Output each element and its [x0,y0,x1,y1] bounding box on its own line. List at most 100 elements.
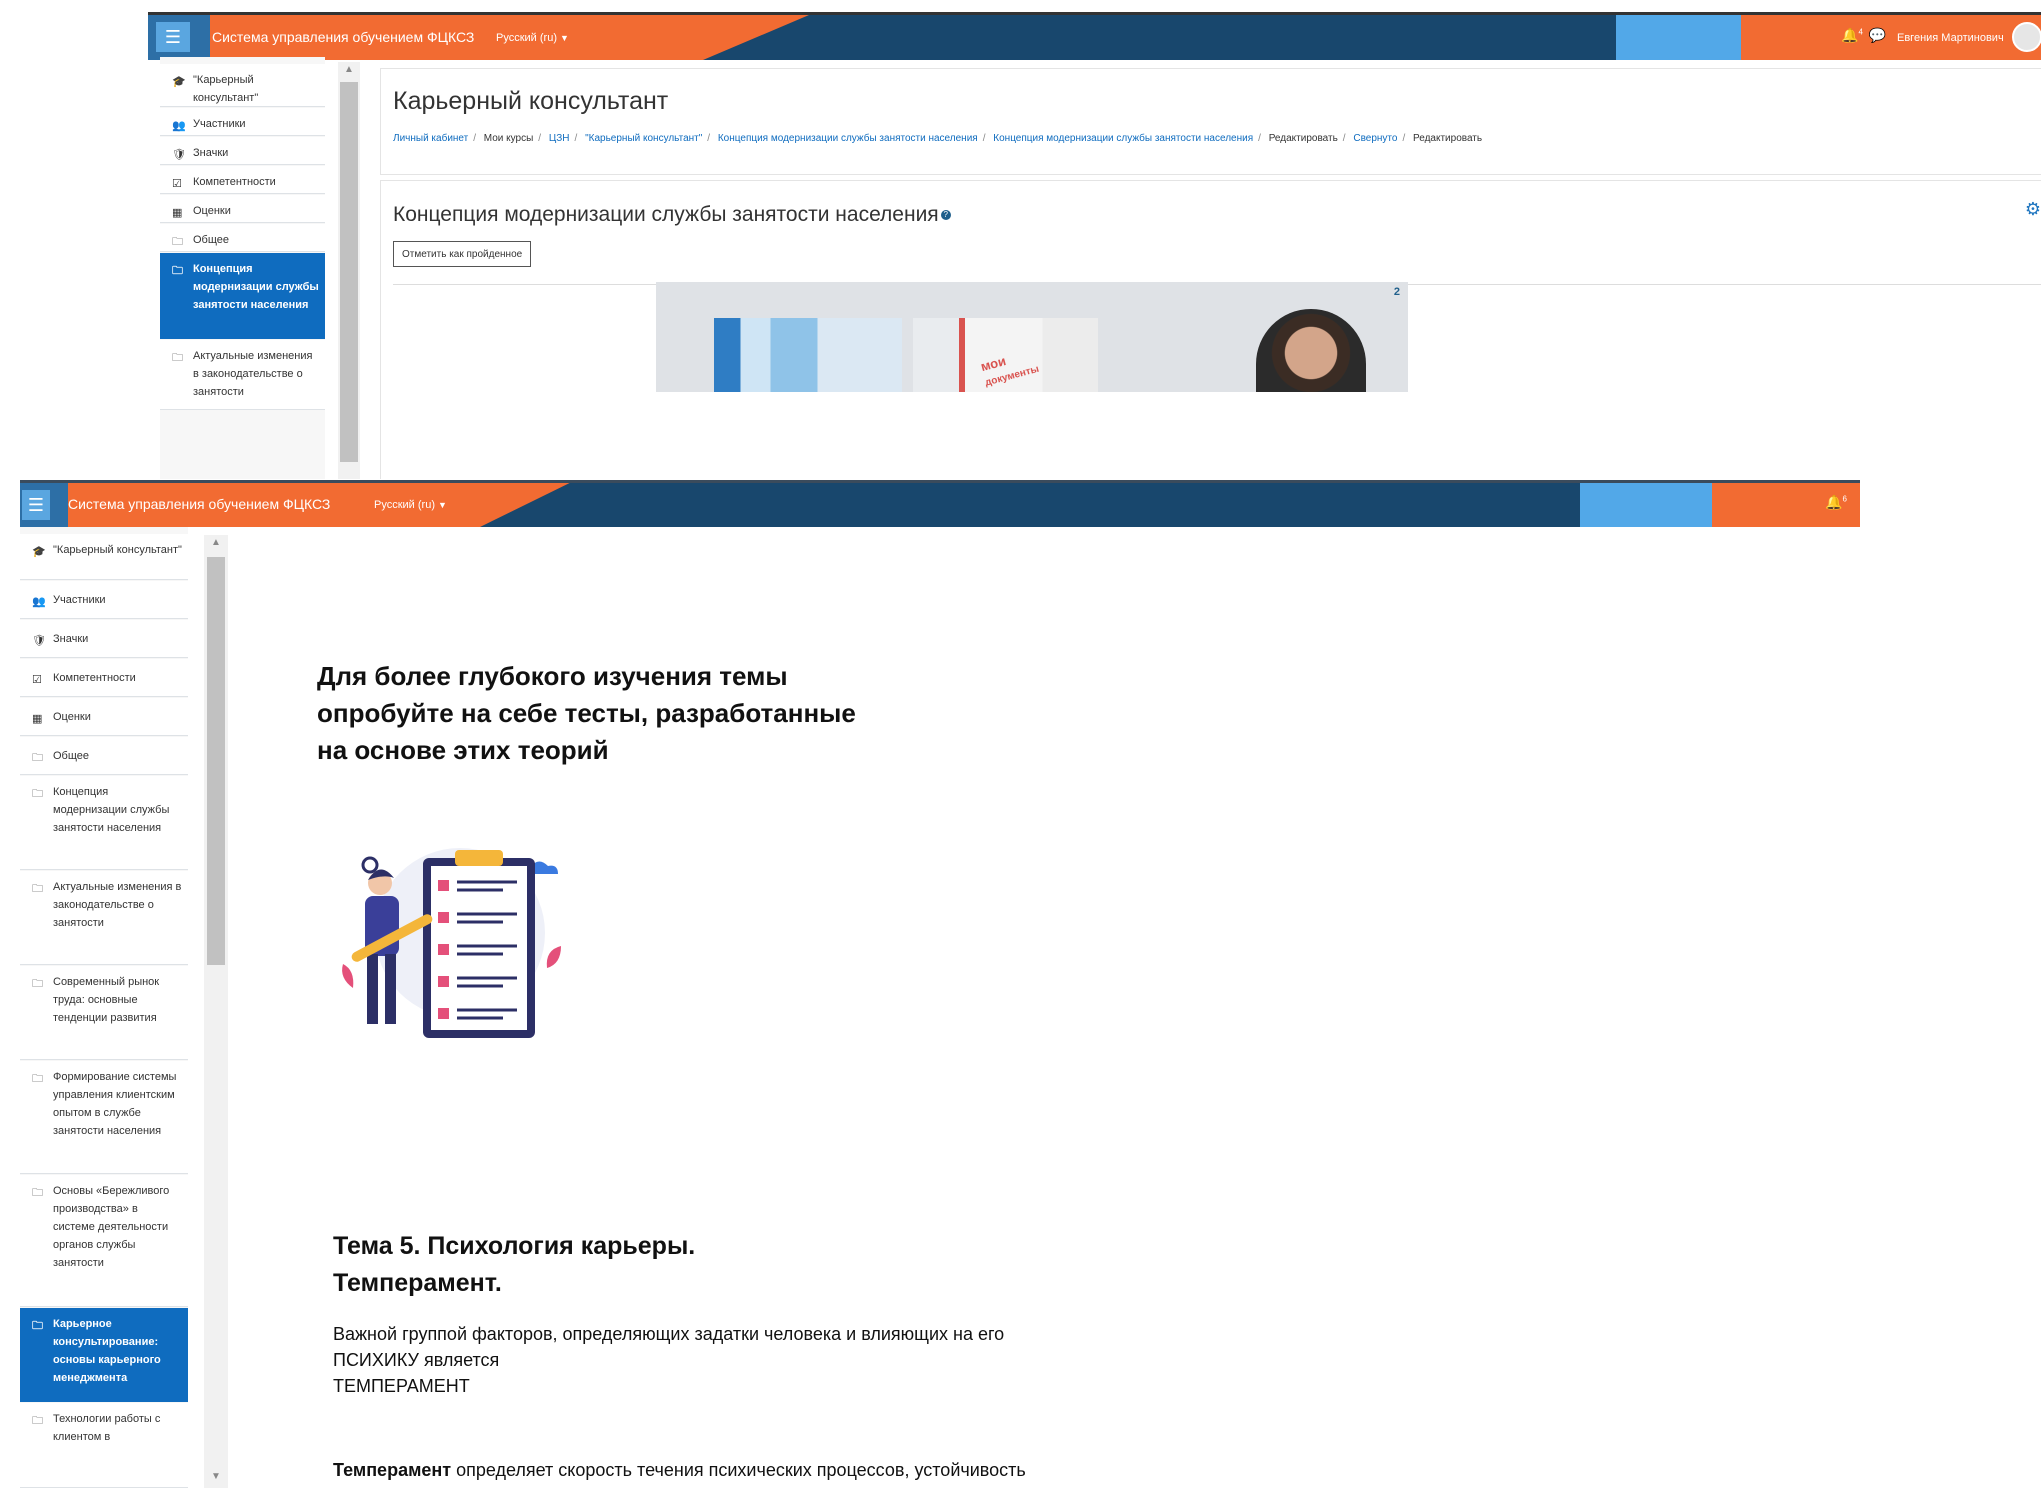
scroll-down-icon[interactable]: ▼ [211,1471,221,1482]
topic-title: Тема 5. Психология карьеры. Темперамент. [333,1228,933,1302]
drawer-item-label: Участники [53,594,106,606]
gear-icon[interactable]: ⚙ [2025,199,2041,220]
language-label: Русский (ru) [496,32,557,44]
folder-icon: 🗀 [32,1187,43,1199]
paragraph-line: ПСИХИКУ является [333,1350,500,1370]
navbar-lightblue-band [1616,15,1741,60]
user-menu-name[interactable]: Евгения Мартинович [1897,32,2004,44]
drawer-item-label: Актуальные изменения в законодательстве … [193,350,313,398]
slide-heading-line: опробуйте на себе тесты, разработанные [317,698,856,728]
folder-icon: 🗀 [172,265,183,277]
breadcrumb-link[interactable]: ЦЗН [549,133,570,144]
page-title: Карьерный консультант [393,87,669,115]
site-brand[interactable]: Система управления обучением ФЦКСЗ [68,496,330,512]
folder-icon: 🗀 [32,1320,43,1332]
table-icon: ▦ [172,207,183,219]
scroll-up-icon[interactable]: ▲ [344,64,354,75]
drawer-item-badges[interactable]: 🛡 Значки [160,137,325,165]
scrollbar-thumb[interactable] [207,557,225,965]
bell-icon[interactable]: 🔔 [1841,27,1858,43]
question-circle-icon[interactable]: ? [940,210,951,221]
folder-icon: 🗀 [32,883,43,895]
caret-down-icon: ▼ [438,500,447,510]
nav-notifications[interactable]: 🔔4 💬 [1841,27,1886,44]
drawer-item-label: Современный рынок труда: основные тенден… [53,976,160,1024]
navbar-navy-band [480,483,1600,527]
folder-icon: 🗀 [32,1415,43,1427]
mark-as-done-button[interactable]: Отметить как пройденное [393,241,532,267]
bell-icon[interactable]: 🔔 [1825,494,1842,510]
folder-icon: 🗀 [172,236,183,248]
screenshot-top: ☰ Система управления обучением ФЦКСЗ Рус… [148,12,2041,479]
drawer-item-label: Концепция модернизации службы занятости … [53,786,170,834]
drawer-scrollbar[interactable]: ▲ [338,62,360,479]
checklist-illustration [342,848,561,1038]
drawer-scrollbar[interactable]: ▲ ▼ [204,535,228,1488]
drawer-item-label: Участники [193,118,246,130]
menu-toggle-button[interactable]: ☰ [156,22,190,52]
drawer-item-label: Технологии работы с клиентом в [53,1413,161,1443]
folder-icon: 🗀 [32,752,43,764]
bell-badge: 4 [1858,27,1863,37]
nav-notifications[interactable]: 🔔6 [1825,494,1847,511]
drawer-item-section-client-tech[interactable]: 🗀 Технологии работы с клиентом в [20,1403,188,1488]
breadcrumb-link[interactable]: "Карьерный консультант" [585,133,702,144]
screenshot-bottom: ☰ Система управления обучением ФЦКСЗ Рус… [20,480,1860,1488]
drawer-item-label: "Карьерный консультант" [193,74,259,104]
brand-part2: управления обучением ФЦКСЗ [128,496,331,512]
drawer-item-label: Компетентности [193,176,276,188]
folder-icon: 🗀 [32,1073,43,1085]
activity-title-text: Концепция модернизации службы занятости … [393,203,939,226]
scrollbar-thumb[interactable] [340,82,358,462]
chat-icon[interactable]: 💬 [1869,27,1886,43]
users-icon: 👥 [172,120,186,132]
drawer-item-section-legislation[interactable]: 🗀 Актуальные изменения в законодательств… [20,871,188,965]
check-square-icon: ☑ [172,178,182,190]
breadcrumb-link[interactable]: Свернуто [1353,133,1397,144]
top-navbar: ☰ Система управления обучением ФЦКСЗ Рус… [148,12,2041,60]
drawer-item-general[interactable]: 🗀 Общее [20,737,188,775]
course-index-drawer: 🎓 "Карьерный консультант" 👥 Участники 🛡 … [160,57,325,479]
site-brand[interactable]: Система управления обучением ФЦКСЗ [212,29,474,45]
language-label: Русский (ru) [374,499,435,511]
paragraph-temperament: Темперамент определяет скорость течения … [333,1457,1026,1483]
drawer-item-competencies[interactable]: ☑ Компетентности [160,166,325,194]
drawer-item-label: Основы «Бережливого производства» в сист… [53,1185,170,1269]
drawer-item-section-concept[interactable]: 🗀 Концепция модернизации службы занятост… [160,253,325,339]
breadcrumb-text: Редактировать [1413,133,1483,144]
drawer-item-section-labor-market[interactable]: 🗀 Современный рынок труда: основные тенд… [20,966,188,1060]
drawer-item-competencies[interactable]: ☑ Компетентности [20,659,188,697]
language-menu[interactable]: Русский (ru) ▼ [496,32,569,44]
drawer-item-section-legislation[interactable]: 🗀 Актуальные изменения в законодательств… [160,340,325,410]
avatar[interactable] [2012,22,2041,52]
drawer-item-section-career-counseling[interactable]: 🗀 Карьерное консультирование: основы кар… [20,1308,188,1402]
paragraph-text: определяет скорость течения психических … [451,1460,1026,1480]
main-region: Концепция модернизации службы занятости … [380,180,2041,479]
breadcrumb: Личный кабинет / Мои курсы / ЦЗН / "Карьерн… [393,133,1483,144]
scroll-up-icon[interactable]: ▲ [211,537,221,548]
drawer-item-participants[interactable]: 👥 Участники [160,108,325,136]
breadcrumb-link[interactable]: Концепция модернизации службы занятости … [993,133,1253,144]
drawer-item-section-concept[interactable]: 🗀 Концепция модернизации службы занятост… [20,776,188,870]
drawer-item-grades[interactable]: ▦ Оценки [160,195,325,223]
drawer-item-grades[interactable]: ▦ Оценки [20,698,188,736]
language-menu[interactable]: Русский (ru) ▼ [374,499,447,511]
top-navbar: ☰ Система управления обучением ФЦКСЗ Рус… [20,483,1860,527]
folder-icon: 🗀 [32,788,43,800]
brand-part2: управления обучением ФЦКСЗ [272,29,475,45]
drawer-item-participants[interactable]: 👥 Участники [20,581,188,619]
drawer-item-section-client-experience[interactable]: 🗀 Формирование системы управления клиент… [20,1061,188,1174]
drawer-item-course[interactable]: 🎓 "Карьерный консультант" [20,534,188,580]
breadcrumb-link[interactable]: Концепция модернизации службы занятости … [718,133,978,144]
drawer-item-general[interactable]: 🗀 Общее [160,224,325,252]
breadcrumb-link[interactable]: Личный кабинет [393,133,468,144]
drawer-item-badges[interactable]: 🛡 Значки [20,620,188,658]
temperament-term: Темперамент [333,1460,452,1480]
drawer-item-label: Оценки [53,711,91,723]
drawer-item-label: Карьерное консультирование: основы карье… [53,1318,161,1384]
drawer-item-label: "Карьерный консультант" [53,544,182,556]
drawer-item-course[interactable]: 🎓 "Карьерный консультант" [160,64,325,107]
drawer-item-section-lean[interactable]: 🗀 Основы «Бережливого производства» в си… [20,1175,188,1307]
video-player[interactable]: 2 мои документы [656,282,1408,392]
menu-toggle-button[interactable]: ☰ [22,490,50,520]
